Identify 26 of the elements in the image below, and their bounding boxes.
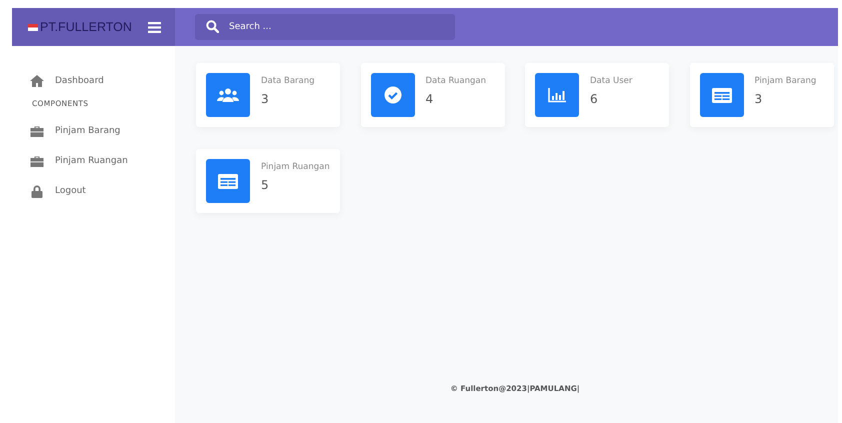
- sidebar-link[interactable]: Pinjam Ruangan: [55, 156, 128, 166]
- card-label: Data Ruangan: [426, 76, 486, 86]
- brand-name: PT.FULLERTON: [40, 20, 133, 34]
- card-label: Data Barang: [261, 76, 315, 86]
- bar-chart-icon: [535, 73, 579, 117]
- card-value: 4: [426, 92, 434, 106]
- card-label: Data User: [590, 76, 632, 86]
- home-icon: [30, 75, 44, 87]
- sidebar-link[interactable]: Logout: [55, 186, 86, 196]
- users-icon: [206, 73, 250, 117]
- lock-icon: [30, 184, 44, 198]
- briefcase-icon: [30, 156, 44, 166]
- card-label: Pinjam Barang: [754, 76, 816, 86]
- card-value: 6: [590, 92, 599, 106]
- card-value: 3: [261, 92, 270, 106]
- list-icon: [700, 73, 744, 117]
- card-label: Pinjam Ruangan: [261, 162, 330, 172]
- sidebar-link[interactable]: Pinjam Barang: [55, 126, 120, 136]
- menu-icon[interactable]: [148, 22, 161, 32]
- card-value: 5: [261, 178, 270, 192]
- list-icon: [206, 159, 250, 203]
- flag-icon: [28, 24, 38, 30]
- search-field[interactable]: Search ...: [195, 14, 455, 40]
- card-value: 3: [754, 92, 764, 106]
- sidebar-link[interactable]: Dashboard: [55, 76, 104, 86]
- briefcase-icon: [30, 126, 44, 136]
